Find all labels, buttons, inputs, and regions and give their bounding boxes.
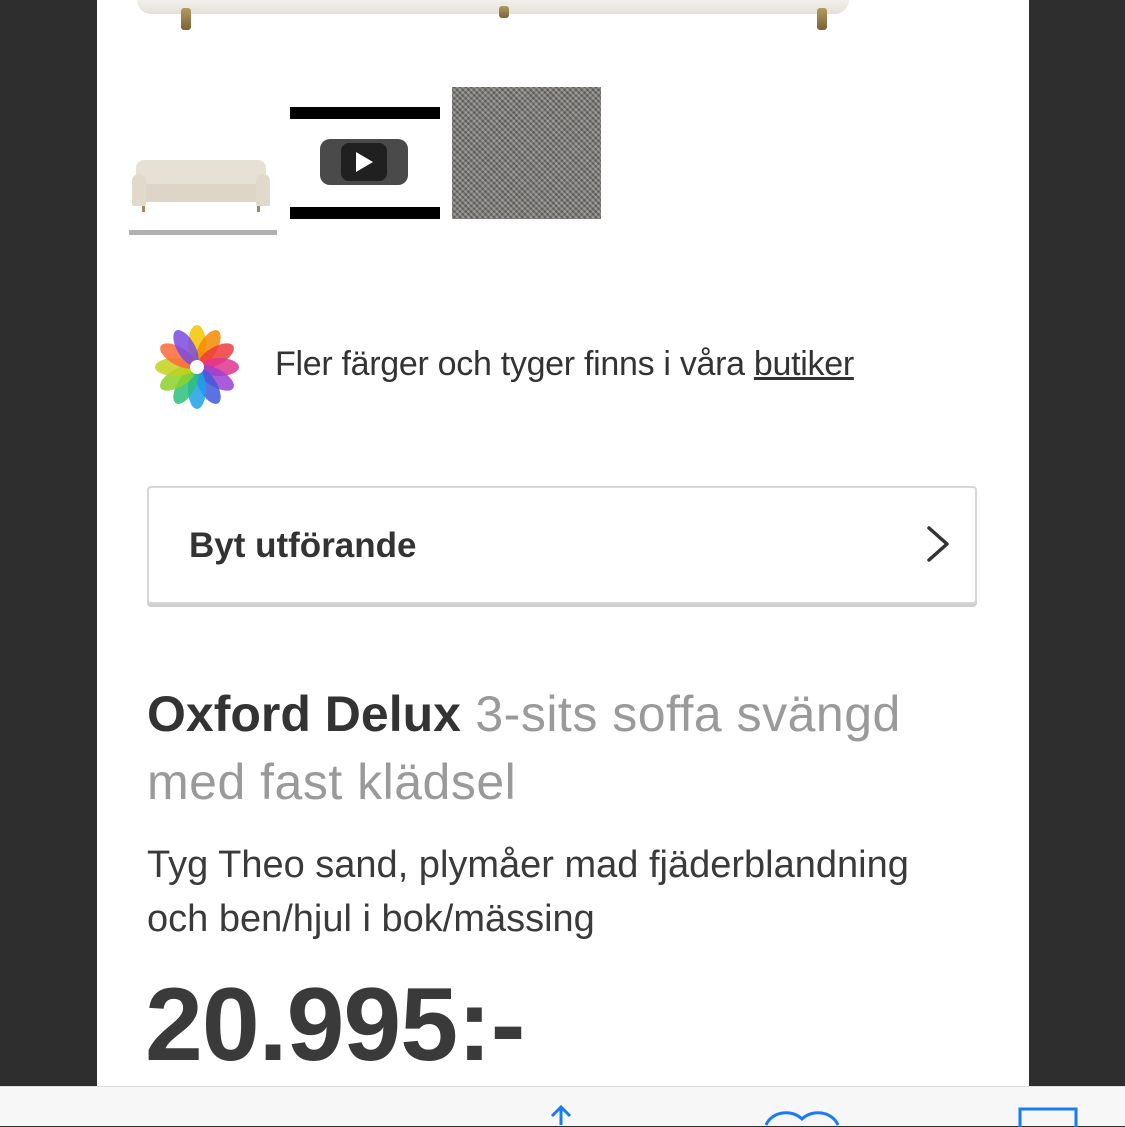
share-icon[interactable] [544,1105,578,1127]
product-page: Fler färger och tyger finns i våra butik… [97,0,1029,1086]
product-price: 20.995:- [145,967,525,1083]
product-description: Tyg Theo sand, plymåer mad fjäderblandni… [147,844,909,940]
thumbnail-video[interactable] [290,107,440,219]
product-hero-image[interactable] [97,0,1029,40]
sofa-leg [817,8,827,30]
chevron-right-icon [927,526,949,562]
bookmarks-icon[interactable] [762,1105,842,1127]
thumbnail-fabric[interactable] [452,87,601,219]
more-colors-text: Fler färger och tyger finns i våra [275,345,754,383]
product-title: Oxford Delux 3-sits soffa svängd med fas… [147,680,967,816]
change-variant-button[interactable]: Byt utförande [147,486,977,604]
color-wheel-icon [155,325,239,409]
sofa-leg [499,6,509,18]
thumbnail-sofa[interactable] [130,138,278,226]
browser-toolbar [0,1086,1125,1127]
stores-link[interactable]: butiker [754,345,854,383]
play-icon [341,143,387,181]
change-variant-label: Byt utförande [189,526,417,565]
product-brand: Oxford Delux [147,686,461,742]
tabs-icon[interactable] [1016,1105,1080,1127]
sofa-leg [181,8,191,30]
selected-thumbnail-indicator [129,230,277,235]
more-colors-info: Fler färger och tyger finns i våra butik… [155,325,975,409]
